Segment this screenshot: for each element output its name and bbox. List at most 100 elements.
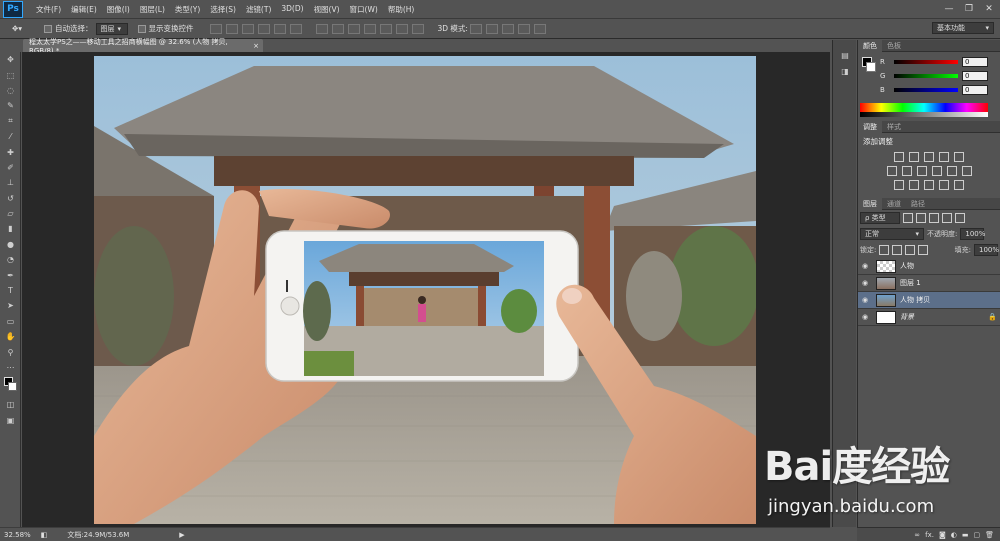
menu-filter[interactable]: 滤镜(T) <box>241 4 276 15</box>
path-select-tool[interactable]: ➤ <box>0 298 21 313</box>
distribute-bottom-icon[interactable] <box>347 23 360 34</box>
trash-icon[interactable]: 🗑 <box>985 531 994 539</box>
status-icon[interactable]: ◧ <box>41 531 48 539</box>
lasso-tool[interactable]: ◌ <box>0 83 21 98</box>
color-swatches[interactable] <box>0 375 21 397</box>
menu-image[interactable]: 图像(I) <box>102 4 135 15</box>
eye-icon[interactable]: ◉ <box>858 313 872 321</box>
close-button[interactable]: ✕ <box>982 2 996 16</box>
layer-row[interactable]: ◉ 人物 <box>858 258 1000 275</box>
menu-layer[interactable]: 图层(L) <box>135 4 170 15</box>
value-g[interactable]: 0 <box>962 71 988 81</box>
quick-select-tool[interactable]: ✎ <box>0 98 21 113</box>
opacity-input[interactable]: 100% <box>960 228 985 240</box>
history-panel-icon[interactable]: ▤ <box>833 48 857 63</box>
show-transform-checkbox[interactable] <box>137 24 146 33</box>
distribute-vcenter-icon[interactable] <box>331 23 344 34</box>
move-tool-preset[interactable]: ✥▾ <box>12 24 38 33</box>
fill-input[interactable]: 100% <box>974 244 999 256</box>
healing-tool[interactable]: ✚ <box>0 144 21 159</box>
new-layer-icon[interactable]: ▢ <box>973 531 980 539</box>
layer-row[interactable]: ◉ 图层 1 <box>858 275 1000 292</box>
shape-tool[interactable]: ▭ <box>0 314 21 329</box>
marquee-tool[interactable]: ⬚ <box>0 67 21 82</box>
slider-g[interactable] <box>894 74 958 78</box>
close-tab-icon[interactable]: × <box>253 42 259 50</box>
folder-icon[interactable]: ▬ <box>962 531 969 539</box>
exposure-icon[interactable] <box>939 152 949 162</box>
menu-type[interactable]: 类型(Y) <box>170 4 205 15</box>
threshold-icon[interactable] <box>924 180 934 190</box>
doc-info[interactable]: 文档:24.9M/53.6M <box>67 530 129 540</box>
fx-icon[interactable]: fx. <box>925 531 934 539</box>
value-b[interactable]: 0 <box>962 85 988 95</box>
hand-tool[interactable]: ✋ <box>0 329 21 344</box>
minimize-button[interactable]: — <box>942 2 956 16</box>
tab-color[interactable]: 颜色 <box>858 39 882 52</box>
menu-select[interactable]: 选择(S) <box>205 4 241 15</box>
3d-scale-icon[interactable] <box>533 23 546 34</box>
hue-icon[interactable] <box>886 166 897 176</box>
auto-select-option[interactable]: 自动选择： <box>44 23 93 34</box>
menu-help[interactable]: 帮助(H) <box>383 4 420 15</box>
menu-edit[interactable]: 编辑(E) <box>66 4 102 15</box>
posterize-icon[interactable] <box>909 180 919 190</box>
tab-adjustments[interactable]: 调整 <box>858 120 882 133</box>
lock-position-icon[interactable] <box>905 245 916 255</box>
filter-shape-icon[interactable] <box>942 213 952 223</box>
clone-stamp-tool[interactable]: ⊥ <box>0 175 21 190</box>
type-tool[interactable]: T <box>0 283 21 298</box>
document-tab[interactable]: 程太太学PS之——移动工具之招商横幅图 @ 32.6% (人物 拷贝, RGB/… <box>23 38 263 55</box>
3d-pan-icon[interactable] <box>501 23 514 34</box>
zoom-level[interactable]: 32.58% <box>4 531 31 539</box>
gradient-tool[interactable]: ▮ <box>0 221 21 236</box>
layer-filter-dropdown[interactable]: ρ 类型 <box>860 212 900 224</box>
tab-paths[interactable]: 路径 <box>906 198 930 210</box>
auto-select-dropdown[interactable]: 图层 ▾ <box>95 22 128 35</box>
tab-styles[interactable]: 样式 <box>882 121 906 133</box>
filter-adjust-icon[interactable] <box>916 213 926 223</box>
lock-transparent-icon[interactable] <box>879 245 890 255</box>
3d-roll-icon[interactable] <box>485 23 498 34</box>
distribute-hcenter-icon[interactable] <box>379 23 392 34</box>
slider-r[interactable] <box>894 60 958 64</box>
blend-mode-dropdown[interactable]: 正常 ▾ <box>860 228 924 240</box>
distribute-left-icon[interactable] <box>363 23 376 34</box>
dodge-tool[interactable]: ◔ <box>0 252 21 267</box>
color-panel-swatches[interactable] <box>860 55 878 79</box>
distribute-right-icon[interactable] <box>395 23 408 34</box>
black-white-icon[interactable] <box>916 166 927 176</box>
restore-button[interactable]: ❐ <box>962 2 976 16</box>
channel-mixer-icon[interactable] <box>946 166 957 176</box>
filter-smart-icon[interactable] <box>955 213 965 223</box>
eye-icon[interactable]: ◉ <box>858 279 872 287</box>
blur-tool[interactable]: ● <box>0 237 21 252</box>
filter-type-icon[interactable] <box>929 213 939 223</box>
auto-align-icon[interactable] <box>411 23 424 34</box>
zoom-tool[interactable]: ⚲ <box>0 344 21 359</box>
eyedropper-tool[interactable]: ⁄ <box>0 129 21 144</box>
background-color[interactable] <box>8 382 17 392</box>
brush-tool[interactable]: ✐ <box>0 160 21 175</box>
levels-icon[interactable] <box>909 152 919 162</box>
layer-row-selected[interactable]: ◉ 人物 拷贝 <box>858 292 1000 309</box>
menu-file[interactable]: 文件(F) <box>31 4 66 15</box>
menu-view[interactable]: 视图(V) <box>309 4 345 15</box>
menu-3d[interactable]: 3D(D) <box>276 4 308 15</box>
filter-pixel-icon[interactable] <box>903 213 913 223</box>
align-vcenter-icon[interactable] <box>225 23 238 34</box>
workspace-dropdown[interactable]: 基本功能 ▾ <box>932 22 994 34</box>
distribute-top-icon[interactable] <box>315 23 328 34</box>
align-top-icon[interactable] <box>209 23 222 34</box>
link-icon[interactable]: ∞ <box>914 531 920 539</box>
screen-mode-icon[interactable]: ▣ <box>0 413 21 428</box>
pen-tool[interactable]: ✒ <box>0 267 21 282</box>
invert-icon[interactable] <box>894 180 904 190</box>
selective-color-icon[interactable] <box>954 180 964 190</box>
show-transform-option[interactable]: 显示变换控件 <box>137 23 194 34</box>
move-tool[interactable]: ✥ <box>0 52 21 67</box>
color-spectrum[interactable] <box>860 103 988 117</box>
auto-select-checkbox[interactable] <box>44 24 52 33</box>
eye-icon[interactable]: ◉ <box>858 262 872 270</box>
tab-layers[interactable]: 图层 <box>858 197 882 210</box>
